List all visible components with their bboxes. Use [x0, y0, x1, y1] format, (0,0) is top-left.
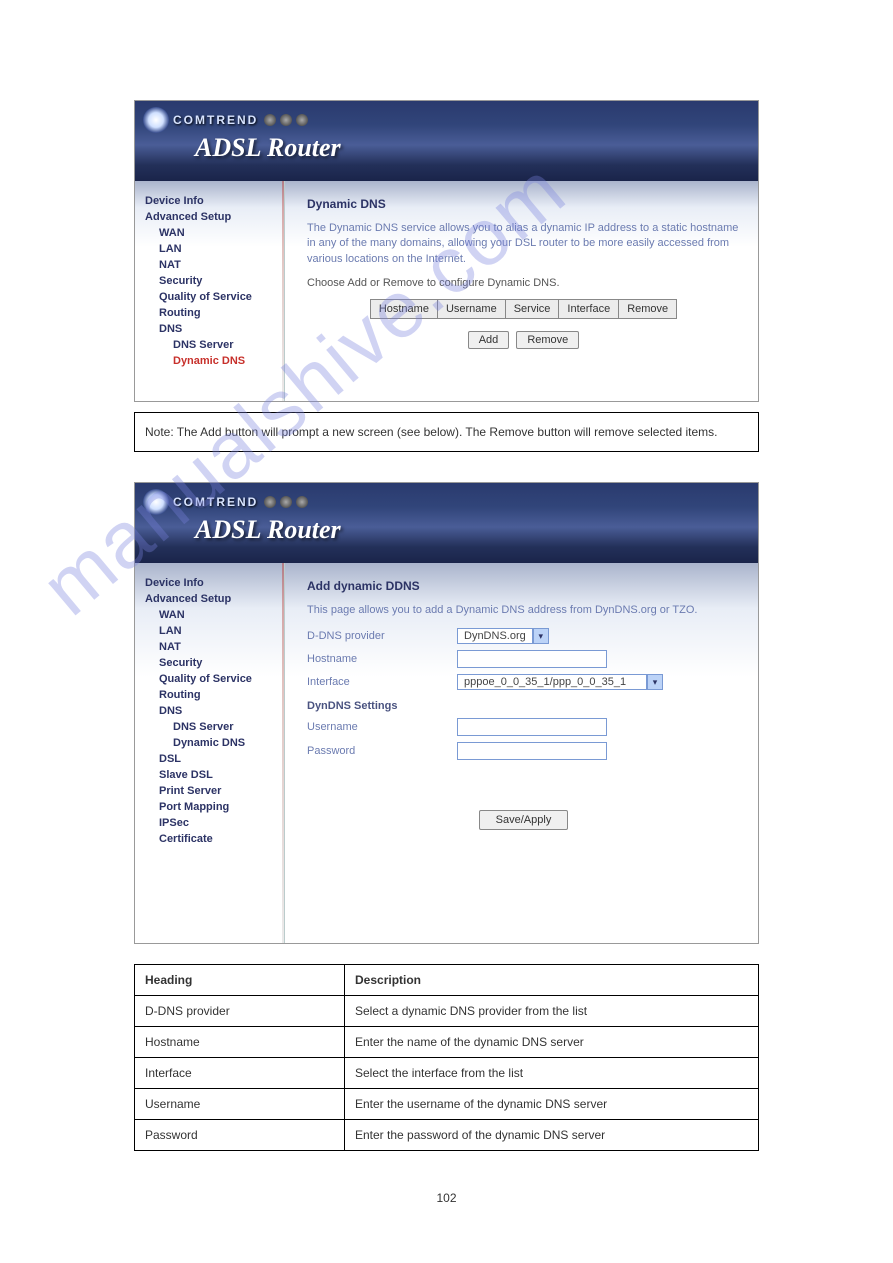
nav-security[interactable]: Security — [159, 657, 278, 669]
username-input[interactable] — [457, 718, 607, 736]
table-header-description: Description — [345, 965, 759, 996]
hostname-label: Hostname — [307, 653, 457, 665]
table-row: Username Enter the username of the dynam… — [135, 1089, 759, 1120]
nav-routing[interactable]: Routing — [159, 689, 278, 701]
provider-label: D-DNS provider — [307, 630, 457, 642]
nav-lan[interactable]: LAN — [159, 243, 278, 255]
table-row: Password Enter the password of the dynam… — [135, 1120, 759, 1151]
cell-key: Username — [135, 1089, 345, 1120]
note-box: Note: The Add button will prompt a new s… — [134, 412, 759, 452]
header-banner: COMTREND ADSL Router — [135, 101, 758, 181]
remove-button[interactable]: Remove — [516, 331, 579, 349]
sidebar-nav: Device Info Advanced Setup WAN LAN NAT S… — [135, 563, 285, 943]
col-remove: Remove — [619, 300, 677, 319]
nav-lan[interactable]: LAN — [159, 625, 278, 637]
page-description: The Dynamic DNS service allows you to al… — [307, 221, 740, 267]
product-title: ADSL Router — [195, 515, 341, 545]
nav-print-server[interactable]: Print Server — [159, 785, 278, 797]
nav-dns[interactable]: DNS — [159, 705, 278, 717]
nav-dynamic-dns[interactable]: Dynamic DNS — [173, 737, 278, 749]
table-header-heading: Heading — [135, 965, 345, 996]
nav-dynamic-dns[interactable]: Dynamic DNS — [173, 355, 278, 367]
nav-dns-server[interactable]: DNS Server — [173, 721, 278, 733]
interface-select[interactable]: pppoe_0_0_35_1/ppp_0_0_35_1 — [457, 674, 647, 690]
interface-label: Interface — [307, 676, 457, 688]
password-input[interactable] — [457, 742, 607, 760]
cell-val: Enter the password of the dynamic DNS se… — [345, 1120, 759, 1151]
nav-dns-server[interactable]: DNS Server — [173, 339, 278, 351]
cell-key: Interface — [135, 1058, 345, 1089]
cell-key: Hostname — [135, 1027, 345, 1058]
cell-key: Password — [135, 1120, 345, 1151]
nav-nat[interactable]: NAT — [159, 259, 278, 271]
provider-select[interactable]: DynDNS.org — [457, 628, 533, 644]
nav-qos[interactable]: Quality of Service — [159, 673, 278, 685]
ddns-table: Hostname Username Service Interface Remo… — [370, 299, 677, 319]
logo-icon — [143, 107, 169, 133]
hostname-input[interactable] — [457, 650, 607, 668]
nav-slave-dsl[interactable]: Slave DSL — [159, 769, 278, 781]
header-banner: COMTREND ADSL Router — [135, 483, 758, 563]
nav-device-info[interactable]: Device Info — [145, 195, 278, 207]
content-area: Add dynamic DDNS This page allows you to… — [285, 563, 758, 943]
col-username: Username — [437, 300, 505, 319]
dyndns-settings-heading: DynDNS Settings — [307, 700, 740, 712]
nav-advanced-setup[interactable]: Advanced Setup — [145, 211, 278, 223]
nav-certificate[interactable]: Certificate — [159, 833, 278, 845]
cell-key: D-DNS provider — [135, 996, 345, 1027]
nav-ipsec[interactable]: IPSec — [159, 817, 278, 829]
nav-qos[interactable]: Quality of Service — [159, 291, 278, 303]
router-panel-add-ddns: COMTREND ADSL Router Device Info Advance… — [134, 482, 759, 944]
password-label: Password — [307, 745, 457, 757]
nav-device-info[interactable]: Device Info — [145, 577, 278, 589]
nav-routing[interactable]: Routing — [159, 307, 278, 319]
dropdown-arrow-icon[interactable]: ▾ — [533, 628, 549, 644]
nav-dsl[interactable]: DSL — [159, 753, 278, 765]
content-area: Dynamic DNS The Dynamic DNS service allo… — [285, 181, 758, 401]
col-interface: Interface — [559, 300, 619, 319]
cell-val: Select the interface from the list — [345, 1058, 759, 1089]
nav-advanced-setup[interactable]: Advanced Setup — [145, 593, 278, 605]
cell-val: Enter the name of the dynamic DNS server — [345, 1027, 759, 1058]
nav-dns[interactable]: DNS — [159, 323, 278, 335]
sidebar-nav: Device Info Advanced Setup WAN LAN NAT S… — [135, 181, 285, 401]
brand-text: COMTREND — [173, 113, 258, 127]
logo-icon — [143, 489, 169, 515]
nav-wan[interactable]: WAN — [159, 609, 278, 621]
add-button[interactable]: Add — [468, 331, 510, 349]
cell-val: Select a dynamic DNS provider from the l… — [345, 996, 759, 1027]
username-label: Username — [307, 721, 457, 733]
page-description: This page allows you to add a Dynamic DN… — [307, 603, 740, 618]
nav-nat[interactable]: NAT — [159, 641, 278, 653]
page-heading: Dynamic DNS — [307, 197, 740, 211]
decorative-dots — [264, 114, 308, 126]
table-row: Interface Select the interface from the … — [135, 1058, 759, 1089]
decorative-dots — [264, 496, 308, 508]
page-instruction: Choose Add or Remove to configure Dynami… — [307, 277, 740, 289]
page-number: 102 — [67, 1191, 827, 1205]
cell-val: Enter the username of the dynamic DNS se… — [345, 1089, 759, 1120]
dropdown-arrow-icon[interactable]: ▾ — [647, 674, 663, 690]
nav-port-mapping[interactable]: Port Mapping — [159, 801, 278, 813]
save-apply-button[interactable]: Save/Apply — [479, 810, 569, 830]
table-row: Hostname Enter the name of the dynamic D… — [135, 1027, 759, 1058]
nav-security[interactable]: Security — [159, 275, 278, 287]
table-row: D-DNS provider Select a dynamic DNS prov… — [135, 996, 759, 1027]
col-hostname: Hostname — [370, 300, 437, 319]
page-heading: Add dynamic DDNS — [307, 579, 740, 593]
brand-text: COMTREND — [173, 495, 258, 509]
router-panel-dynamic-dns: COMTREND ADSL Router Device Info Advance… — [134, 100, 759, 402]
field-description-table: Heading Description D-DNS provider Selec… — [134, 964, 759, 1151]
product-title: ADSL Router — [195, 133, 341, 163]
nav-wan[interactable]: WAN — [159, 227, 278, 239]
col-service: Service — [505, 300, 559, 319]
